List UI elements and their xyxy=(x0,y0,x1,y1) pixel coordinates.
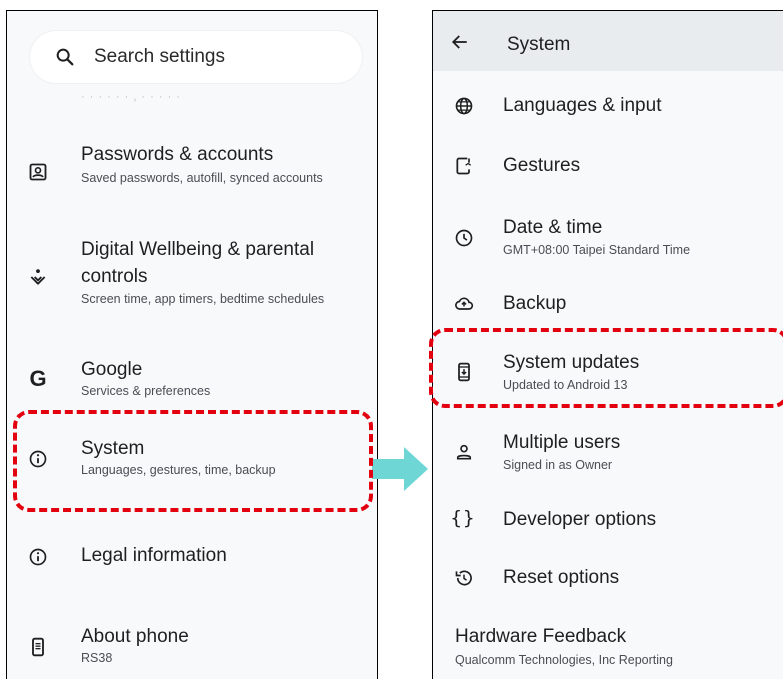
gesture-phone-icon xyxy=(453,155,475,177)
item-subtitle: Screen time, app timers, bedtime schedul… xyxy=(81,292,325,306)
settings-item-languages-input[interactable]: Languages & input xyxy=(433,93,783,123)
settings-item-multiple-users[interactable]: Multiple users Signed in as Owner xyxy=(433,429,783,479)
phone-icon xyxy=(27,636,49,658)
settings-item-system-updates[interactable]: System updates Updated to Android 13 xyxy=(433,349,783,399)
settings-item-reset-options[interactable]: Reset options xyxy=(433,566,783,596)
settings-item-google[interactable]: G Google Services & preferences xyxy=(7,356,377,406)
person-icon xyxy=(453,441,475,463)
item-title: Gestures xyxy=(503,155,581,176)
item-subtitle: GMT+08:00 Taipei Standard Time xyxy=(503,243,691,257)
google-icon: G xyxy=(29,366,47,391)
item-title: System xyxy=(81,438,145,459)
item-subtitle: Updated to Android 13 xyxy=(503,378,628,392)
wellbeing-icon xyxy=(27,266,49,288)
search-icon xyxy=(56,48,74,66)
settings-item-system[interactable]: System Languages, gestures, time, backup xyxy=(7,435,377,495)
page-title: System xyxy=(507,34,571,55)
item-title: Date & time xyxy=(503,217,603,238)
item-title: System updates xyxy=(503,352,640,373)
settings-item-backup[interactable]: Backup xyxy=(433,291,783,321)
item-subtitle: Saved passwords, autofill, synced accoun… xyxy=(81,171,323,185)
settings-item-gestures[interactable]: Gestures xyxy=(433,153,783,183)
settings-item-about-phone[interactable]: About phone RS38 xyxy=(7,623,377,673)
item-title: Hardware Feedback xyxy=(455,626,627,647)
system-settings-screen: System Languages & input Gestures Date &… xyxy=(432,10,783,679)
info-icon xyxy=(27,546,49,568)
item-title: Digital Wellbeing & parental controls xyxy=(81,239,315,287)
item-title: Multiple users xyxy=(503,432,621,453)
braces-icon: {} xyxy=(450,507,476,529)
back-arrow-icon[interactable] xyxy=(451,33,469,51)
item-subtitle: Services & preferences xyxy=(81,384,211,398)
settings-item-passwords-accounts[interactable]: Passwords & accounts Saved passwords, au… xyxy=(7,141,377,201)
item-title: Developer options xyxy=(503,509,657,530)
settings-item-legal-information[interactable]: Legal information xyxy=(7,544,377,574)
settings-item-digital-wellbeing[interactable]: Digital Wellbeing & parental controls Sc… xyxy=(7,234,377,324)
settings-screen: Search settings · · · · · · , · · · · · … xyxy=(6,10,378,679)
item-title: Passwords & accounts xyxy=(81,144,274,165)
item-subtitle: Signed in as Owner xyxy=(503,458,613,472)
transition-arrow-icon xyxy=(372,447,428,491)
clock-icon xyxy=(453,227,475,249)
item-title: Reset options xyxy=(503,567,620,588)
globe-icon xyxy=(453,95,475,117)
search-placeholder: Search settings xyxy=(94,46,225,67)
item-title: About phone xyxy=(81,626,189,647)
info-icon xyxy=(27,448,49,470)
clipped-subtitle-text: · · · · · · , · · · · · xyxy=(81,91,181,103)
search-bar[interactable]: Search settings xyxy=(30,31,362,83)
system-update-icon xyxy=(453,361,475,383)
account-box-icon xyxy=(27,161,49,183)
cloud-upload-icon xyxy=(453,293,475,315)
item-title: Google xyxy=(81,359,143,380)
history-icon xyxy=(453,567,475,589)
item-title: Languages & input xyxy=(503,95,662,116)
settings-item-hardware-feedback[interactable]: Hardware Feedback Qualcomm Technologies,… xyxy=(433,625,783,675)
settings-item-developer-options[interactable]: {} Developer options xyxy=(433,507,783,537)
settings-item-date-time[interactable]: Date & time GMT+08:00 Taipei Standard Ti… xyxy=(433,214,783,264)
item-subtitle: RS38 xyxy=(81,651,113,665)
app-bar: System xyxy=(433,11,783,71)
item-title: Backup xyxy=(503,293,567,314)
item-title: Legal information xyxy=(81,545,227,566)
item-subtitle: Languages, gestures, time, backup xyxy=(81,463,276,477)
item-subtitle: Qualcomm Technologies, Inc Reporting xyxy=(455,653,673,667)
